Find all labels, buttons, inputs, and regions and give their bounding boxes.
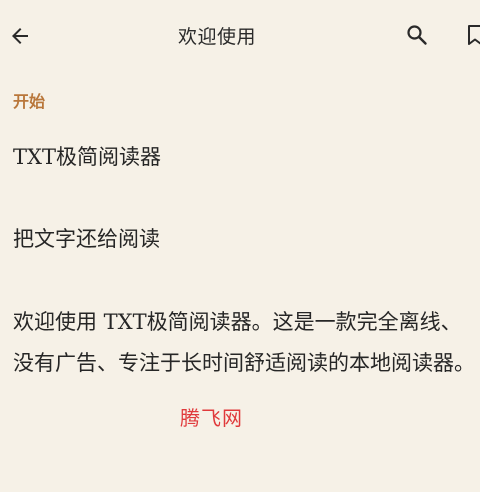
book-subtitle: 把文字还给阅读 [13,227,160,251]
page-title: 欢迎使用 [177,26,256,48]
back-button[interactable] [0,16,40,56]
search-button[interactable] [397,15,437,55]
top-app-bar: 欢迎使用 [0,0,480,72]
body-paragraph: 欢迎使用 TXT极简阅读器。这是一款完全离线、没有广告、专注于长时间舒适阅读的本… [13,310,475,375]
bookmark-button[interactable] [455,15,480,55]
back-arrow-icon [12,28,28,44]
watermark-text: 腾飞网 [180,406,243,430]
book-title: TXT极简阅读器 [13,145,161,169]
bookmark-icon [468,25,480,45]
search-icon [407,25,427,45]
section-label: 开始 [13,92,46,111]
